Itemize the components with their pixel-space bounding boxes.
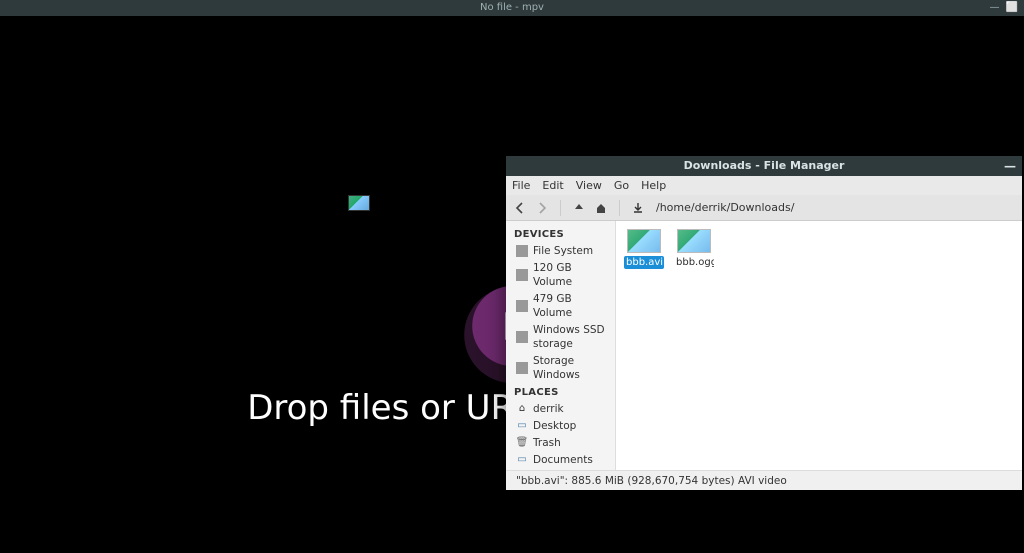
trash-icon: 🗑 bbox=[516, 437, 528, 449]
minimize-icon[interactable]: — bbox=[1004, 156, 1016, 176]
file-item-bbb-ogg[interactable]: bbb.ogg bbox=[674, 229, 714, 269]
file-manager-titlebar[interactable]: Downloads - File Manager — bbox=[506, 156, 1022, 176]
drive-icon bbox=[516, 269, 528, 281]
sidebar-item-label: 120 GB Volume bbox=[533, 261, 607, 289]
path-display[interactable]: /home/derrik/Downloads/ bbox=[656, 201, 794, 214]
maximize-icon[interactable]: ⬜ bbox=[1006, 0, 1018, 16]
sidebar-item-volume-479gb[interactable]: 479 GB Volume bbox=[506, 290, 615, 321]
mpv-window-controls: — ⬜ bbox=[990, 0, 1018, 16]
sidebar-item-label: Windows SSD storage bbox=[533, 323, 607, 351]
menu-edit[interactable]: Edit bbox=[542, 179, 563, 192]
file-grid: bbb.avi bbb.ogg bbox=[624, 229, 1014, 269]
toolbar-separator bbox=[560, 200, 561, 216]
mpv-title-text: No file - mpv bbox=[480, 2, 544, 13]
forward-button[interactable] bbox=[534, 200, 550, 216]
sidebar-item-label: 479 GB Volume bbox=[533, 292, 607, 320]
menu-go[interactable]: Go bbox=[614, 179, 629, 192]
sidebar-item-label: derrik bbox=[533, 402, 564, 416]
video-thumbnail-icon bbox=[677, 229, 711, 253]
sidebar-item-home[interactable]: ⌂ derrik bbox=[506, 400, 615, 417]
home-button[interactable] bbox=[593, 200, 609, 216]
sidebar-item-label: Storage Windows bbox=[533, 354, 607, 382]
status-text: "bbb.avi": 885.6 MiB (928,670,754 bytes)… bbox=[516, 475, 787, 487]
downloads-path-icon bbox=[630, 200, 646, 216]
file-manager-window: Downloads - File Manager — File Edit Vie… bbox=[506, 156, 1022, 490]
drive-icon bbox=[516, 331, 528, 343]
drive-icon bbox=[516, 362, 528, 374]
toolbar-separator bbox=[619, 200, 620, 216]
sidebar-item-trash[interactable]: 🗑 Trash bbox=[506, 434, 615, 451]
drag-preview-thumbnail bbox=[348, 195, 370, 211]
menu-file[interactable]: File bbox=[512, 179, 530, 192]
up-button[interactable] bbox=[571, 200, 587, 216]
sidebar-item-label: Documents bbox=[533, 453, 593, 467]
sidebar-item-label: Desktop bbox=[533, 419, 576, 433]
drive-icon bbox=[516, 245, 528, 257]
folder-icon: ▭ bbox=[516, 454, 528, 466]
file-name-label: bbb.ogg bbox=[674, 256, 714, 269]
file-manager-title-text: Downloads - File Manager bbox=[684, 159, 845, 172]
sidebar-item-windows-ssd[interactable]: Windows SSD storage bbox=[506, 321, 615, 352]
menu-help[interactable]: Help bbox=[641, 179, 666, 192]
file-manager-toolbar: /home/derrik/Downloads/ bbox=[506, 195, 1022, 221]
back-button[interactable] bbox=[512, 200, 528, 216]
file-item-bbb-avi[interactable]: bbb.avi bbox=[624, 229, 664, 269]
sidebar-item-label: File System bbox=[533, 244, 593, 258]
sidebar-item-documents[interactable]: ▭ Documents bbox=[506, 451, 615, 468]
sidebar-header-devices: DEVICES bbox=[506, 225, 615, 242]
sidebar-item-desktop[interactable]: ▭ Desktop bbox=[506, 417, 615, 434]
sidebar-header-places: PLACES bbox=[506, 383, 615, 400]
file-manager-statusbar: "bbb.avi": 885.6 MiB (928,670,754 bytes)… bbox=[506, 470, 1022, 490]
file-manager-sidebar: DEVICES File System 120 GB Volume 479 GB… bbox=[506, 221, 616, 470]
video-thumbnail-icon bbox=[627, 229, 661, 253]
folder-icon: ▭ bbox=[516, 420, 528, 432]
file-manager-content[interactable]: bbb.avi bbb.ogg bbox=[616, 221, 1022, 470]
minimize-icon[interactable]: — bbox=[990, 0, 1000, 16]
sidebar-item-filesystem[interactable]: File System bbox=[506, 242, 615, 259]
file-manager-menubar: File Edit View Go Help bbox=[506, 176, 1022, 195]
sidebar-item-label: Trash bbox=[533, 436, 561, 450]
drive-icon bbox=[516, 300, 528, 312]
file-manager-body: DEVICES File System 120 GB Volume 479 GB… bbox=[506, 221, 1022, 470]
mpv-titlebar: No file - mpv — ⬜ bbox=[0, 0, 1024, 16]
sidebar-item-storage-windows[interactable]: Storage Windows bbox=[506, 352, 615, 383]
file-name-label: bbb.avi bbox=[624, 256, 664, 269]
menu-view[interactable]: View bbox=[576, 179, 602, 192]
sidebar-item-volume-120gb[interactable]: 120 GB Volume bbox=[506, 259, 615, 290]
home-icon: ⌂ bbox=[516, 403, 528, 415]
